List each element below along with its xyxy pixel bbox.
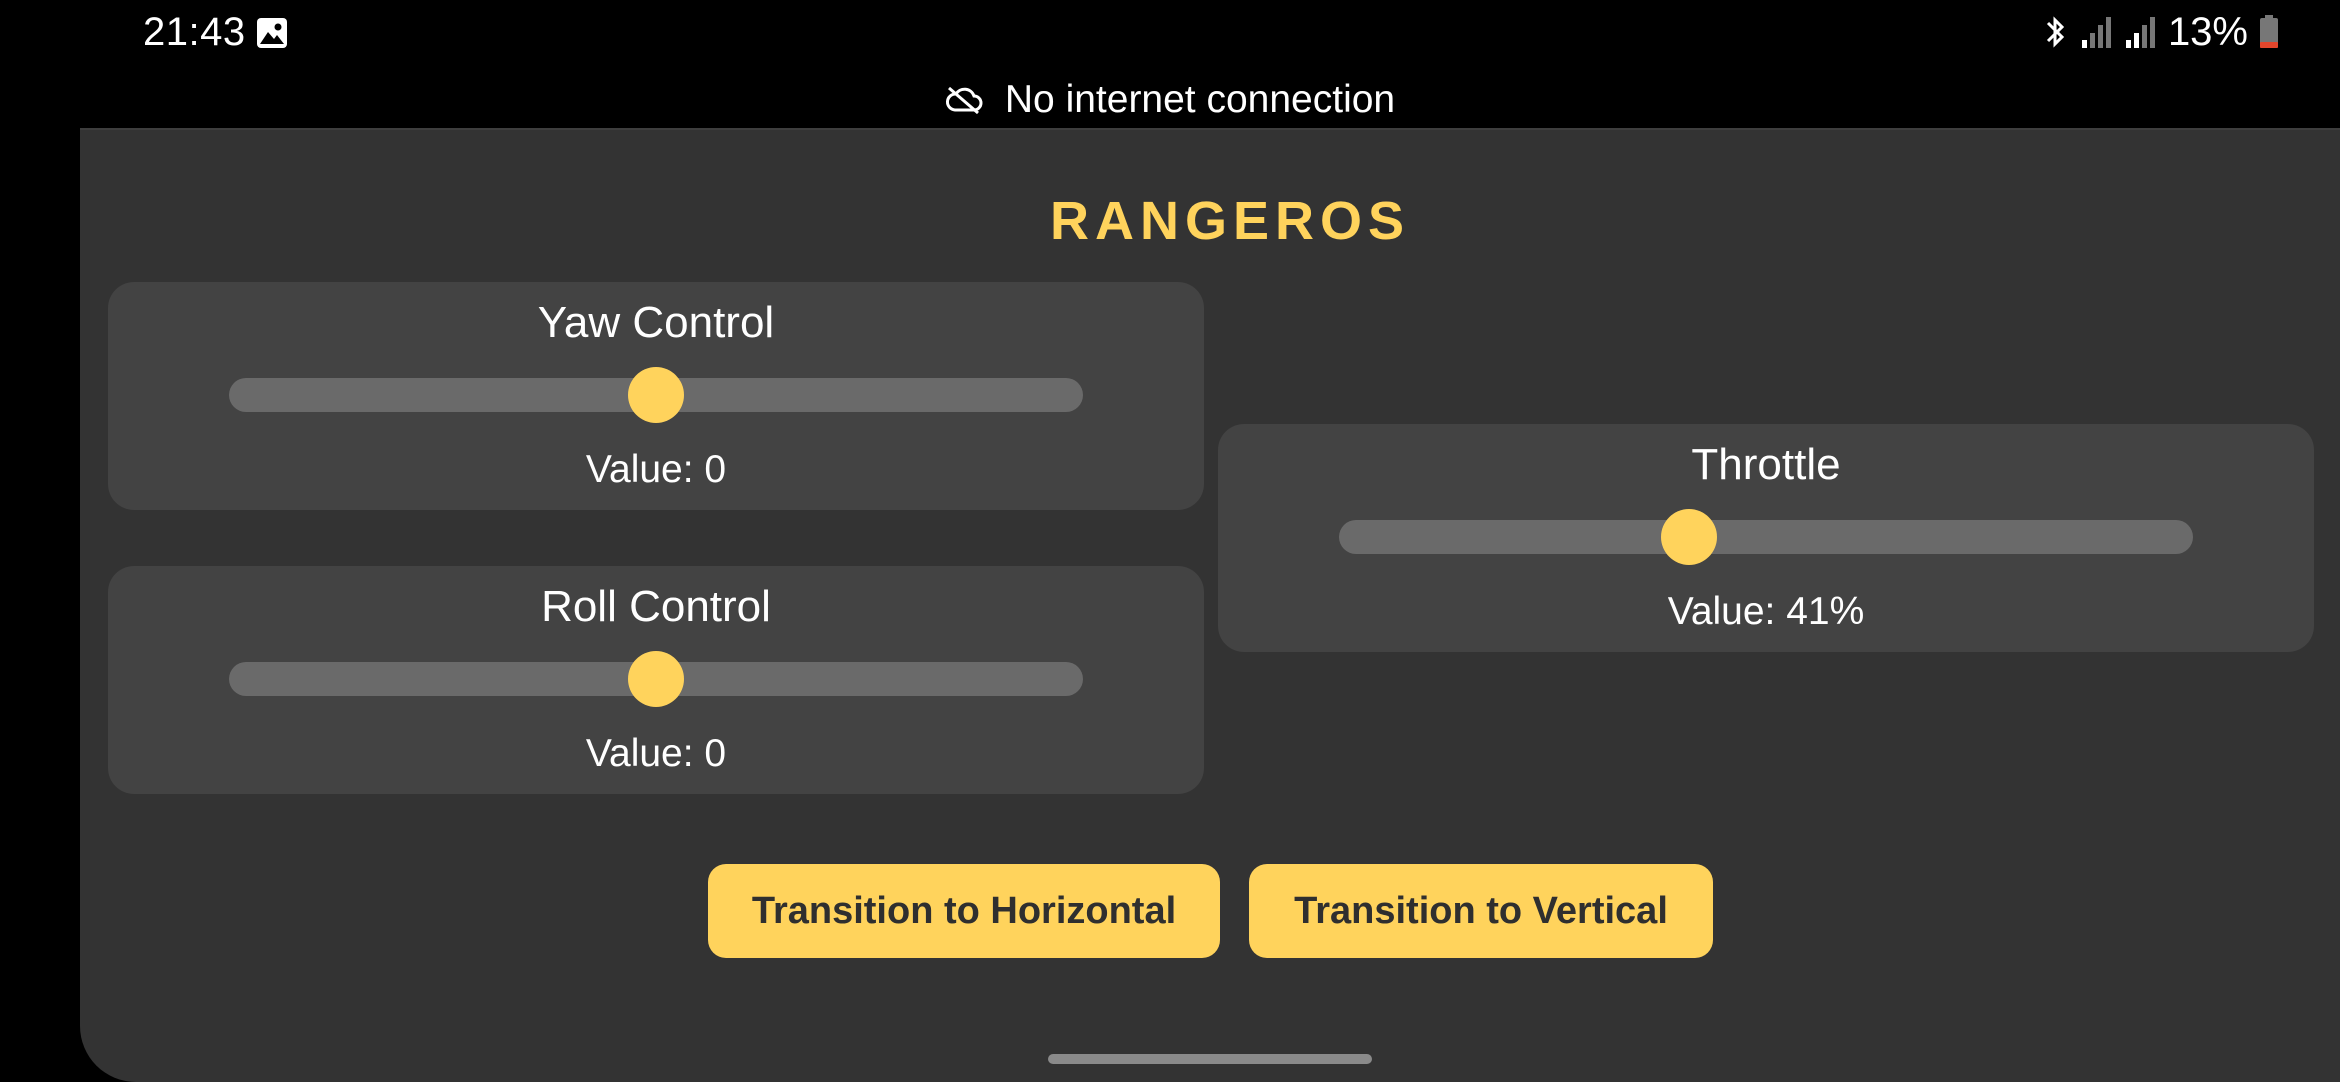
yaw-control-label: Yaw Control <box>537 298 775 347</box>
bluetooth-icon <box>2046 16 2065 48</box>
throttle-card: Throttle Value: 41% <box>1218 424 2314 652</box>
roll-slider[interactable] <box>229 651 1083 707</box>
throttle-slider-thumb[interactable] <box>1661 509 1718 565</box>
network-banner-text: No internet connection <box>1004 78 1396 121</box>
yaw-slider-thumb[interactable] <box>628 367 684 423</box>
home-indicator[interactable] <box>1048 1054 1372 1064</box>
yaw-value: Value: 0 <box>585 448 727 491</box>
status-time: 21:43 <box>143 10 246 54</box>
gallery-icon <box>257 18 287 48</box>
network-banner: No internet connection <box>0 70 2340 130</box>
signal-icon <box>2125 17 2155 48</box>
app-title: RANGEROS <box>1050 191 1411 251</box>
transition-horizontal-button[interactable]: Transition to Horizontal <box>708 864 1220 958</box>
transition-vertical-button[interactable]: Transition to Vertical <box>1249 864 1713 958</box>
throttle-label: Throttle <box>1691 440 1841 489</box>
roll-slider-thumb[interactable] <box>628 651 684 707</box>
roll-control-label: Roll Control <box>541 582 771 631</box>
status-right-group: 13% <box>2040 9 2280 54</box>
roll-control-card: Roll Control Value: 0 <box>108 566 1204 794</box>
signal-icon <box>2081 17 2111 48</box>
cloud-off-icon <box>945 86 983 115</box>
throttle-value: Value: 41% <box>1667 590 1865 633</box>
yaw-slider[interactable] <box>229 367 1083 423</box>
battery-icon <box>2260 15 2278 48</box>
yaw-control-card: Yaw Control Value: 0 <box>108 282 1204 510</box>
roll-value: Value: 0 <box>585 732 727 775</box>
battery-percent: 13% <box>2167 9 2248 54</box>
throttle-slider[interactable] <box>1339 509 2193 565</box>
status-bar: 21:43 13% <box>0 0 2340 64</box>
